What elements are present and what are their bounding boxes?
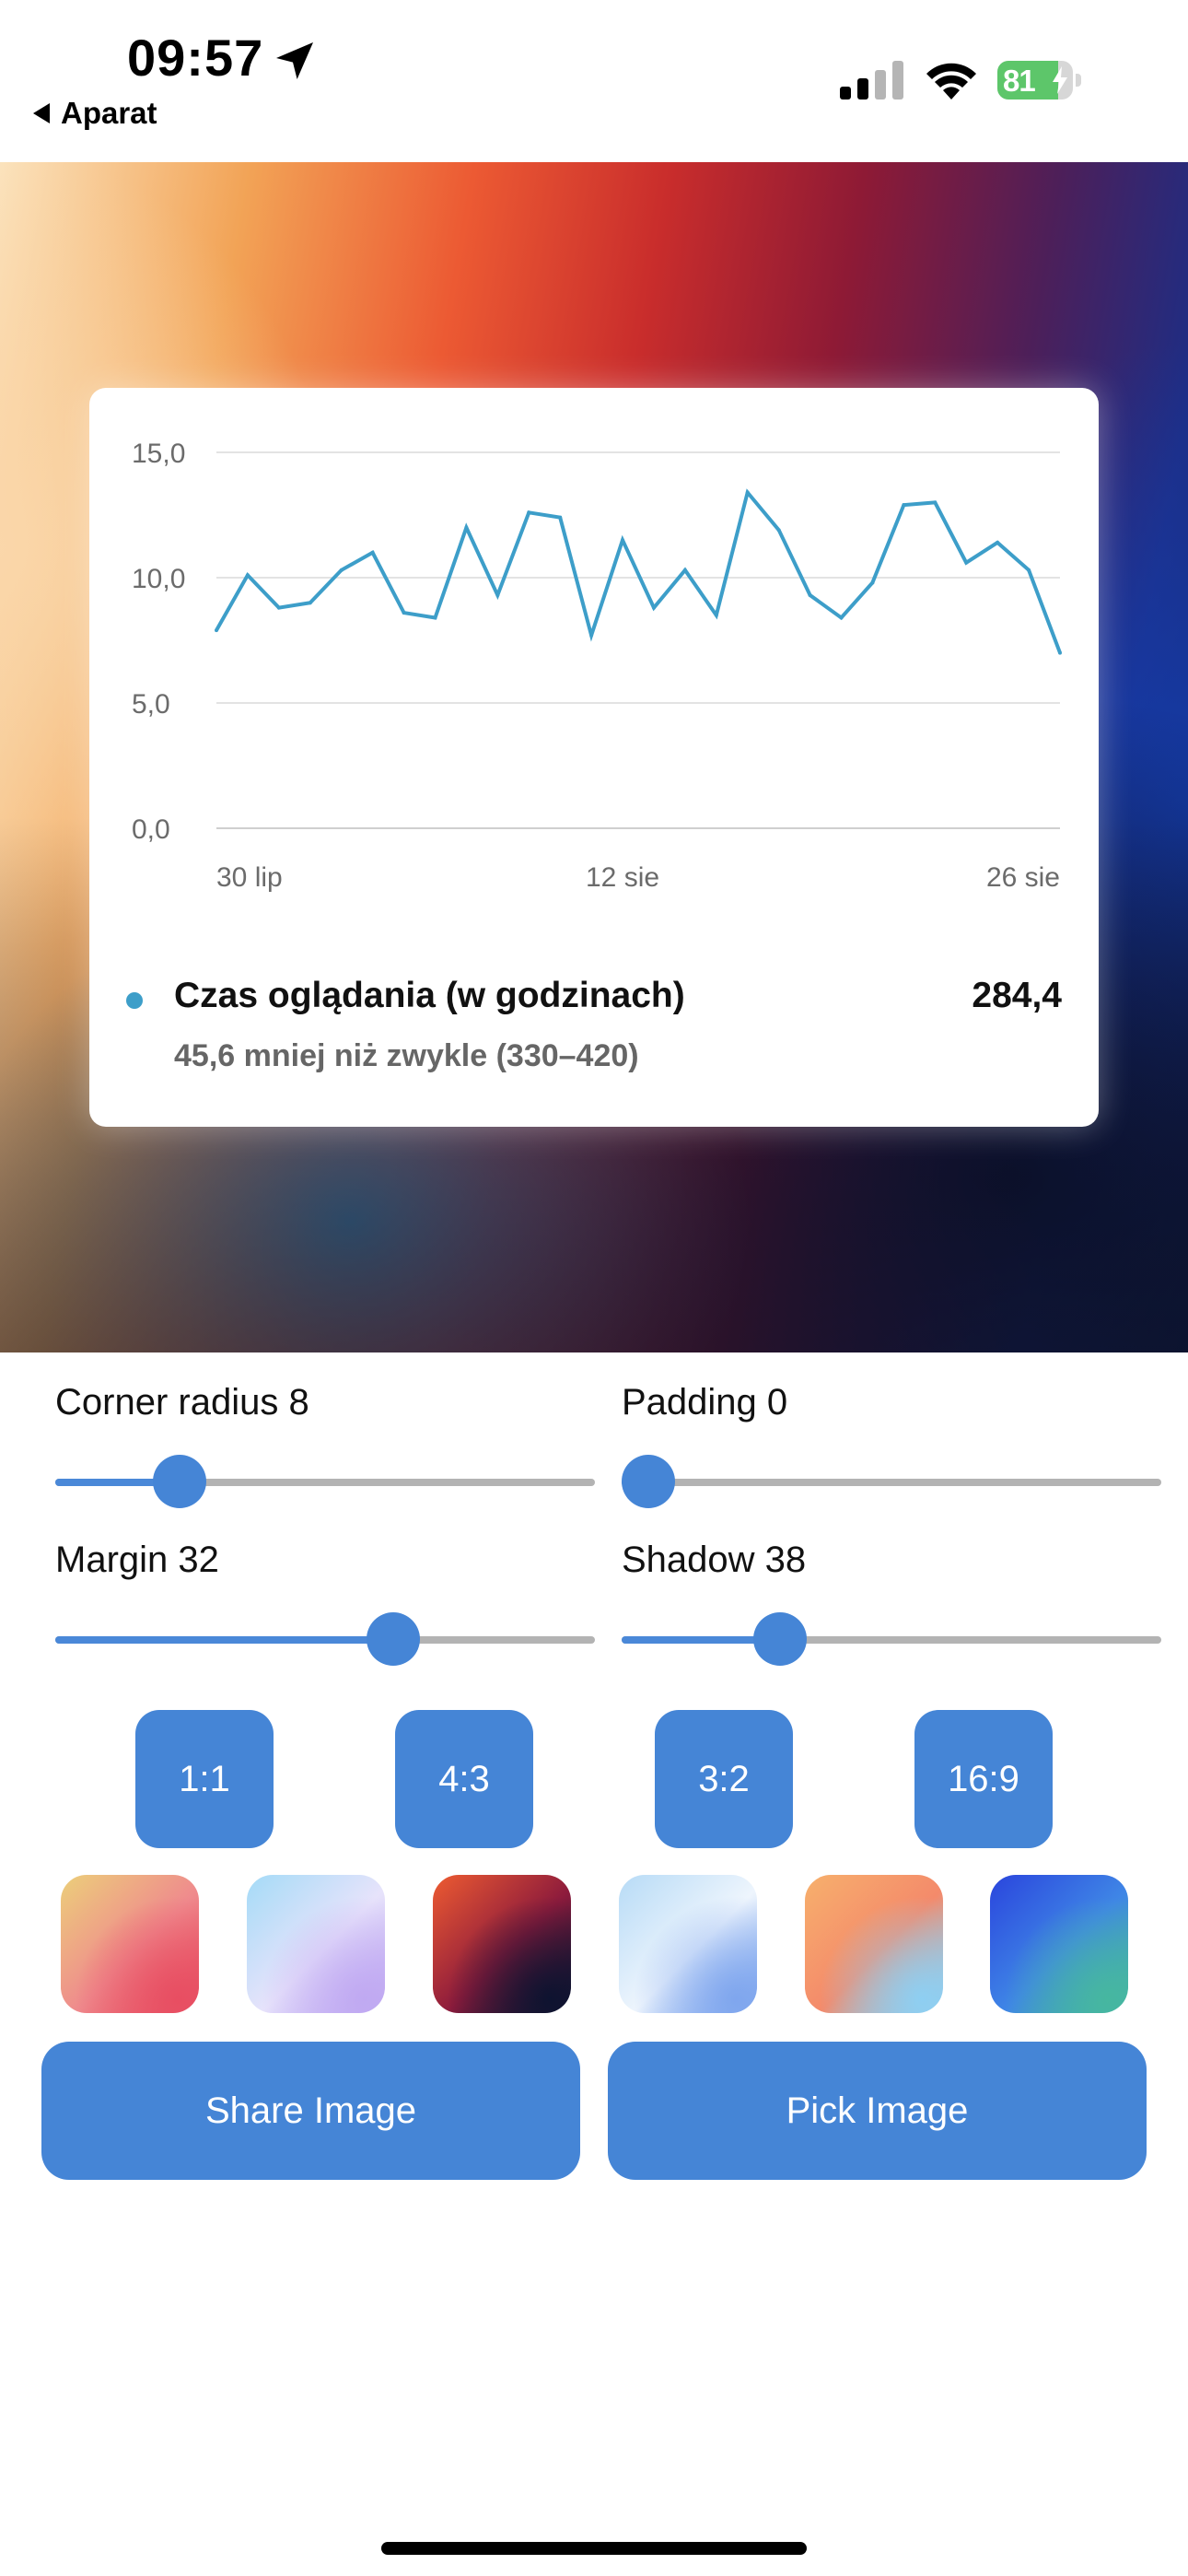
background-swatch-4[interactable] bbox=[619, 1875, 757, 2013]
data-point bbox=[996, 540, 1000, 544]
data-point bbox=[933, 500, 938, 505]
share-image-button[interactable]: Share Image bbox=[41, 2042, 580, 2180]
y-tick-label: 0,0 bbox=[132, 814, 170, 845]
y-tick-label: 5,0 bbox=[132, 689, 170, 720]
x-tick-label: 12 sie bbox=[586, 862, 659, 893]
gradient-preview: 15,0 10,0 5,0 0,0 30 lip 12 sie 26 sie Czas og… bbox=[0, 162, 1188, 1352]
battery-indicator: 81 bbox=[997, 61, 1082, 100]
data-point bbox=[215, 628, 218, 633]
battery-percent: 81 bbox=[1003, 64, 1036, 98]
data-point bbox=[308, 601, 312, 605]
shadow-label: Shadow 38 bbox=[622, 1540, 807, 1580]
cellular-signal-icon bbox=[840, 61, 903, 100]
background-swatch-5[interactable] bbox=[805, 1875, 943, 2013]
data-point bbox=[964, 560, 969, 565]
data-point bbox=[433, 615, 437, 620]
data-point bbox=[714, 613, 718, 617]
data-point bbox=[651, 605, 656, 610]
corner-radius-slider[interactable] bbox=[55, 1454, 595, 1509]
watch-time-series-line bbox=[215, 488, 1062, 654]
padding-label: Padding 0 bbox=[622, 1382, 788, 1423]
data-point bbox=[808, 593, 812, 598]
data-point bbox=[745, 490, 750, 495]
data-point bbox=[870, 580, 875, 585]
data-point bbox=[495, 593, 500, 598]
background-swatch-3[interactable] bbox=[433, 1875, 571, 2013]
pick-image-button[interactable]: Pick Image bbox=[608, 2042, 1147, 2180]
background-swatch-2[interactable] bbox=[247, 1875, 385, 2013]
slider-thumb[interactable] bbox=[152, 1455, 206, 1508]
data-point bbox=[1058, 650, 1062, 655]
shadow-slider[interactable] bbox=[622, 1611, 1161, 1667]
background-swatch-6[interactable] bbox=[990, 1875, 1128, 2013]
location-arrow-icon bbox=[276, 42, 313, 79]
y-tick-label: 15,0 bbox=[132, 439, 185, 469]
padding-slider[interactable] bbox=[622, 1454, 1161, 1509]
legend-label: Czas oglądania (w godzinach) bbox=[174, 976, 685, 1015]
corner-radius-label: Corner radius 8 bbox=[55, 1382, 309, 1423]
screenshot-card: 15,0 10,0 5,0 0,0 30 lip 12 sie 26 sie Czas og… bbox=[89, 388, 1099, 1127]
data-point bbox=[370, 550, 375, 555]
home-indicator[interactable] bbox=[381, 2542, 807, 2555]
wifi-icon bbox=[926, 63, 976, 100]
background-swatch-1[interactable] bbox=[61, 1875, 199, 2013]
data-point bbox=[245, 573, 250, 578]
status-time: 09:57 bbox=[127, 29, 264, 87]
charging-bolt-icon bbox=[1053, 66, 1067, 94]
ratio-3-2-button[interactable]: 3:2 bbox=[655, 1710, 793, 1848]
data-point bbox=[464, 525, 469, 530]
slider-thumb[interactable] bbox=[753, 1612, 808, 1666]
data-point bbox=[682, 568, 687, 572]
data-point bbox=[402, 611, 406, 615]
data-point bbox=[902, 503, 906, 508]
slider-thumb[interactable] bbox=[366, 1612, 420, 1666]
data-point bbox=[276, 605, 281, 610]
x-tick-label: 26 sie bbox=[986, 862, 1060, 893]
y-tick-label: 10,0 bbox=[132, 564, 185, 594]
watch-time-chart: 15,0 10,0 5,0 0,0 30 lip 12 sie 26 sie bbox=[132, 439, 1062, 893]
data-point bbox=[839, 615, 844, 620]
margin-label: Margin 32 bbox=[55, 1540, 219, 1580]
legend-subtitle: 45,6 mniej niż zwykle (330–420) bbox=[174, 1038, 639, 1073]
data-point bbox=[776, 528, 781, 533]
margin-slider[interactable] bbox=[55, 1611, 595, 1667]
slider-thumb[interactable] bbox=[622, 1455, 675, 1508]
legend-dot bbox=[126, 992, 143, 1009]
ratio-16-9-button[interactable]: 16:9 bbox=[914, 1710, 1053, 1848]
data-point bbox=[527, 510, 531, 515]
status-bar: 09:57 Aparat 81 bbox=[0, 0, 1188, 162]
back-arrow-icon bbox=[33, 103, 50, 123]
back-app-label: Aparat bbox=[61, 96, 157, 130]
legend-value: 284,4 bbox=[972, 976, 1062, 1015]
ratio-1-1-button[interactable]: 1:1 bbox=[135, 1710, 274, 1848]
ratio-4-3-button[interactable]: 4:3 bbox=[395, 1710, 533, 1848]
x-tick-label: 30 lip bbox=[216, 862, 283, 893]
data-point bbox=[1027, 568, 1031, 572]
back-to-app-link[interactable]: Aparat bbox=[33, 96, 157, 131]
data-point bbox=[339, 568, 344, 572]
data-point bbox=[589, 633, 594, 638]
data-point bbox=[558, 515, 563, 520]
data-point bbox=[621, 538, 625, 543]
